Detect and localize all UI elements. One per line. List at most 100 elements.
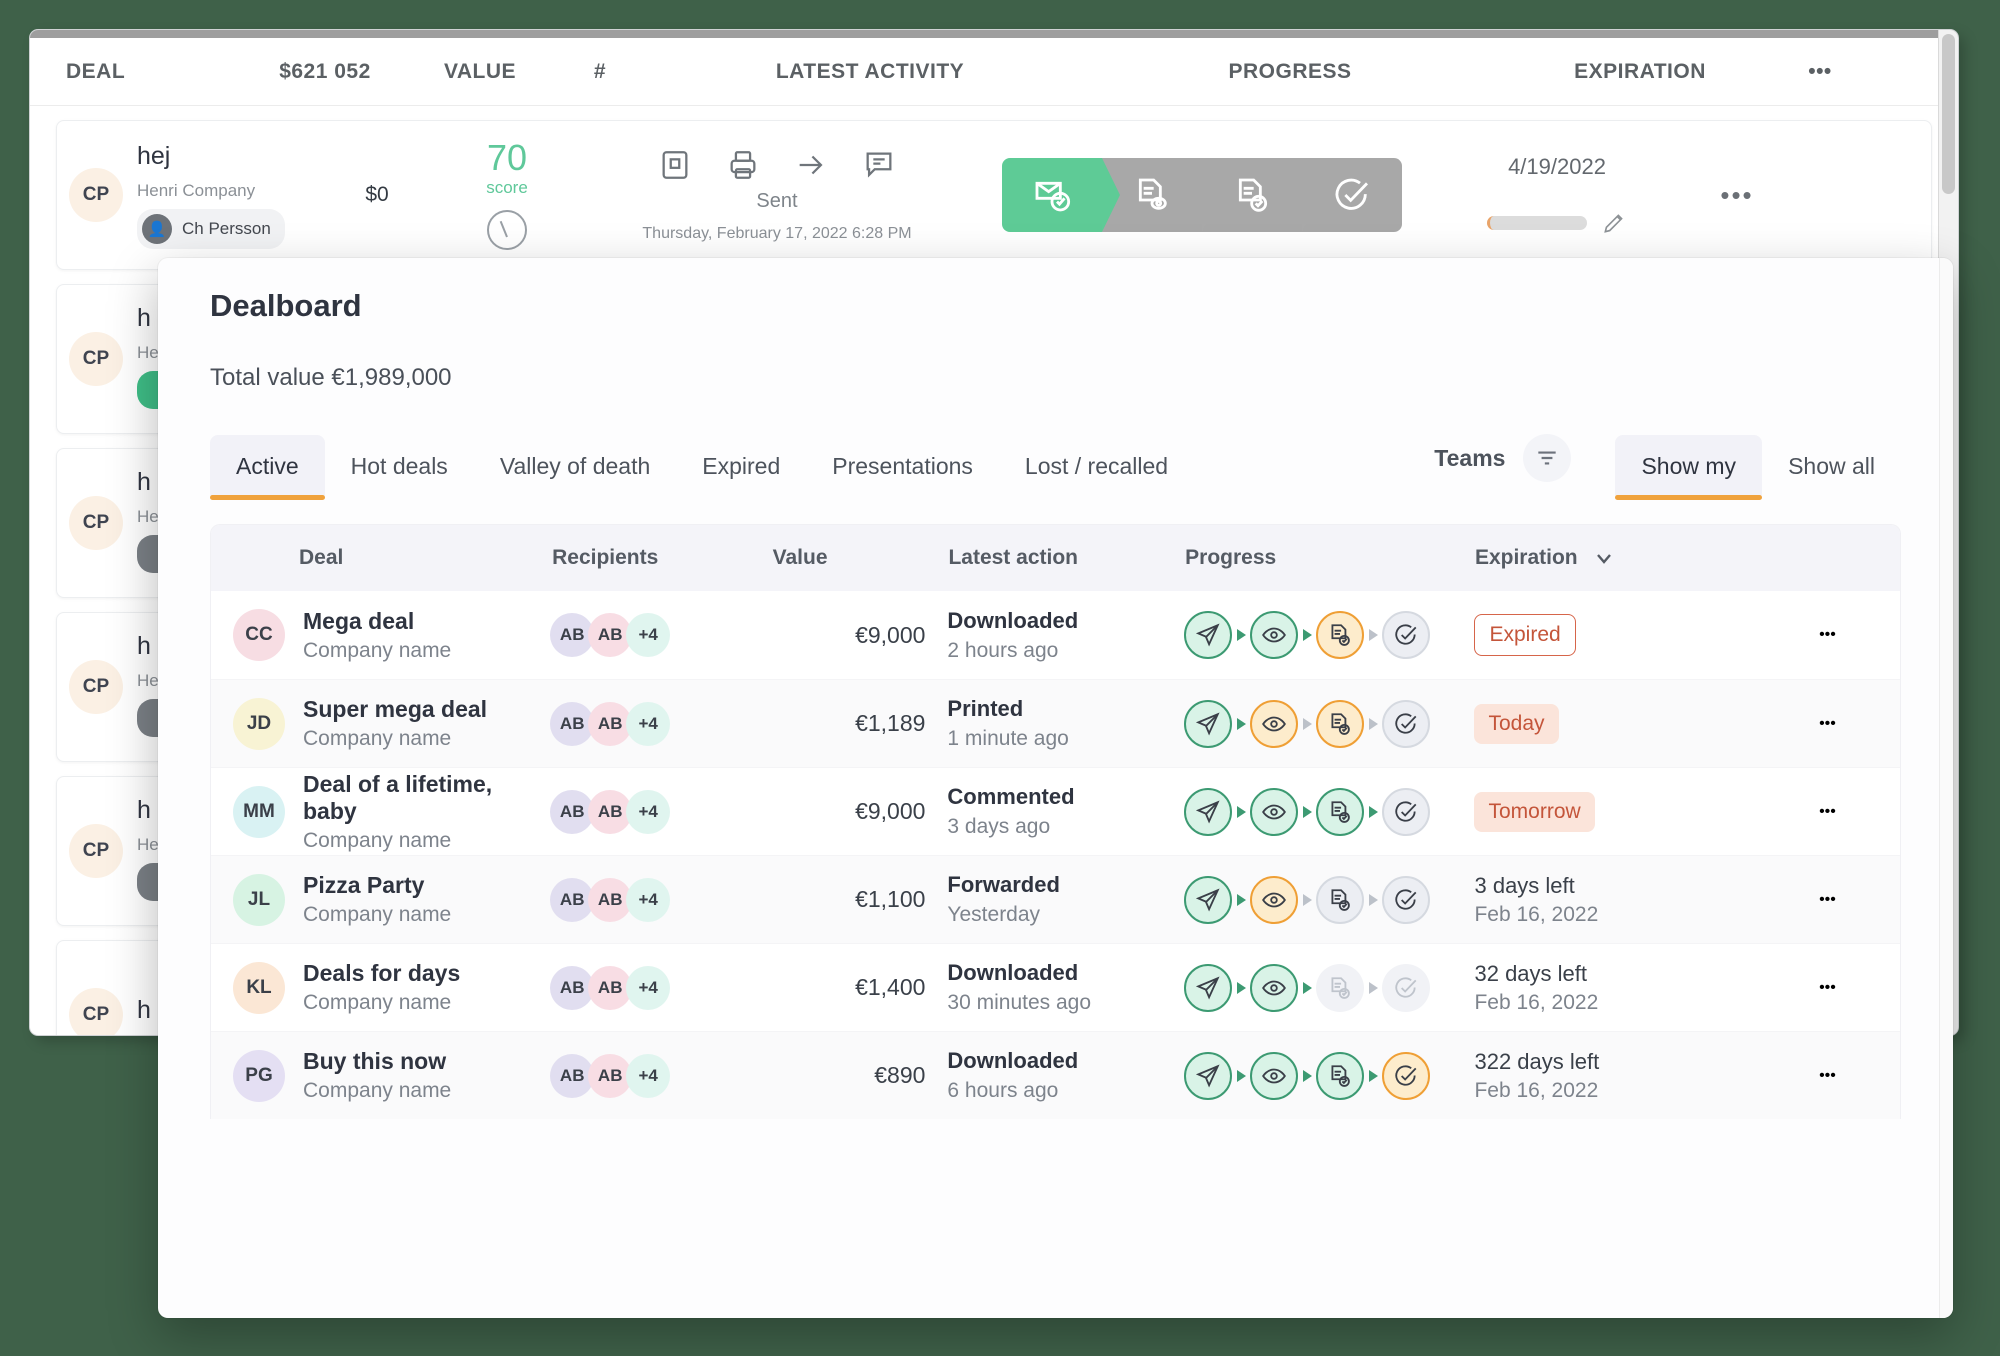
progress-step-viewed[interactable] bbox=[1250, 1052, 1298, 1100]
teams-filter-group[interactable]: Teams bbox=[1434, 434, 1571, 496]
deal-score: 70 score bbox=[447, 140, 567, 250]
modal-scrollbar[interactable] bbox=[1939, 258, 1953, 1318]
progress-step-viewed[interactable] bbox=[1250, 700, 1298, 748]
progress-step-complete[interactable] bbox=[1382, 700, 1430, 748]
progress-step-complete[interactable] bbox=[1382, 788, 1430, 836]
progress-step-signed[interactable] bbox=[1316, 700, 1364, 748]
table-row[interactable]: JLPizza PartyCompany nameABAB+4€1,100For… bbox=[211, 855, 1900, 943]
row-overflow-button[interactable]: ••• bbox=[1755, 979, 1900, 997]
table-row[interactable]: MMDeal of a lifetime, babyCompany nameAB… bbox=[211, 767, 1900, 855]
progress-step-sent[interactable] bbox=[1184, 788, 1232, 836]
recipient-overflow-count[interactable]: +4 bbox=[626, 1054, 670, 1098]
progress-step-sent[interactable] bbox=[1184, 876, 1232, 924]
row-overflow-button[interactable]: ••• bbox=[1755, 803, 1900, 821]
recipient-overflow-count[interactable]: +4 bbox=[626, 613, 670, 657]
deal-cell[interactable]: CCMega dealCompany name bbox=[211, 608, 550, 663]
document-check-icon bbox=[1232, 175, 1272, 215]
recipient-overflow-count[interactable]: +4 bbox=[626, 878, 670, 922]
deal-company: Company name bbox=[303, 639, 451, 663]
row-overflow-button[interactable]: ••• bbox=[1697, 180, 1777, 211]
progress-step-complete[interactable] bbox=[1382, 1052, 1430, 1100]
progress-step-signed[interactable] bbox=[1316, 964, 1364, 1012]
deal-cell[interactable]: PGBuy this nowCompany name bbox=[211, 1048, 550, 1103]
progress-step-complete[interactable] bbox=[1382, 964, 1430, 1012]
scrollbar-thumb[interactable] bbox=[1942, 34, 1955, 194]
deal-company: Company name bbox=[303, 727, 487, 751]
progress-arrow-icon bbox=[1364, 982, 1382, 994]
tab-show-my[interactable]: Show my bbox=[1615, 435, 1762, 496]
progress-step-viewed[interactable] bbox=[1250, 611, 1298, 659]
comment-icon[interactable] bbox=[862, 148, 896, 182]
tab-active[interactable]: Active bbox=[210, 435, 325, 496]
table-row[interactable]: PGBuy this nowCompany nameABAB+4€890Down… bbox=[211, 1031, 1900, 1119]
latest-action-cell: Downloaded2 hours ago bbox=[947, 608, 1184, 663]
column-header-progress[interactable]: Progress bbox=[1185, 546, 1475, 570]
deal-cell[interactable]: JLPizza PartyCompany name bbox=[211, 872, 550, 927]
progress-step-complete[interactable] bbox=[1382, 876, 1430, 924]
progress-step-sent[interactable] bbox=[1184, 611, 1232, 659]
recipient-overflow-count[interactable]: +4 bbox=[626, 966, 670, 1010]
deal-cell[interactable]: KLDeals for daysCompany name bbox=[211, 960, 550, 1015]
progress-step-signed[interactable] bbox=[1316, 876, 1364, 924]
edit-pencil-icon[interactable] bbox=[1601, 210, 1627, 236]
table-row[interactable]: KLDeals for daysCompany nameABAB+4€1,400… bbox=[211, 943, 1900, 1031]
progress-step-signed[interactable] bbox=[1316, 788, 1364, 836]
recipients-cell[interactable]: ABAB+4 bbox=[550, 702, 763, 746]
deal-name: Super mega deal bbox=[303, 696, 487, 723]
row-overflow-button[interactable]: ••• bbox=[1755, 626, 1900, 644]
expiration-cell: 322 days leftFeb 16, 2022 bbox=[1474, 1049, 1754, 1103]
progress-arrow-icon bbox=[1298, 982, 1316, 994]
recipients-cell[interactable]: ABAB+4 bbox=[550, 790, 763, 834]
header-overflow-button[interactable]: ••• bbox=[1780, 60, 1860, 84]
latest-activity: Sent Thursday, February 17, 2022 6:28 PM bbox=[567, 148, 987, 243]
tab-show-all[interactable]: Show all bbox=[1762, 435, 1901, 496]
progress-step-complete[interactable] bbox=[1382, 611, 1430, 659]
progress-step-viewed[interactable] bbox=[1250, 788, 1298, 836]
column-header-deal[interactable]: Deal bbox=[211, 546, 552, 570]
tab-expired[interactable]: Expired bbox=[676, 435, 806, 496]
progress-step-sent[interactable] bbox=[1184, 700, 1232, 748]
column-header-latest-action[interactable]: Latest action bbox=[948, 546, 1185, 570]
save-icon[interactable] bbox=[658, 148, 692, 182]
row-overflow-button[interactable]: ••• bbox=[1755, 1067, 1900, 1085]
table-row[interactable]: CCMega dealCompany nameABAB+4€9,000Downl… bbox=[211, 591, 1900, 679]
progress-arrow-icon bbox=[1232, 1070, 1250, 1082]
recipient-overflow-count[interactable]: +4 bbox=[626, 790, 670, 834]
activity-timestamp: Thursday, February 17, 2022 6:28 PM bbox=[567, 225, 987, 243]
recipients-cell[interactable]: ABAB+4 bbox=[550, 613, 763, 657]
deal-cell[interactable]: JDSuper mega dealCompany name bbox=[211, 696, 550, 751]
filter-button[interactable] bbox=[1523, 434, 1571, 482]
deal-card[interactable]: CP hej Henri Company 👤 Ch Persson $0 70 … bbox=[56, 120, 1932, 270]
tab-valley-of-death[interactable]: Valley of death bbox=[474, 435, 676, 496]
recipient-overflow-count[interactable]: +4 bbox=[626, 702, 670, 746]
circle-check-icon bbox=[1393, 887, 1419, 913]
forward-arrow-icon[interactable] bbox=[794, 148, 828, 182]
tab-presentations[interactable]: Presentations bbox=[806, 435, 999, 496]
row-overflow-button[interactable]: ••• bbox=[1755, 715, 1900, 733]
recipients-cell[interactable]: ABAB+4 bbox=[550, 878, 763, 922]
print-icon[interactable] bbox=[726, 148, 760, 182]
progress-step-signed[interactable] bbox=[1316, 611, 1364, 659]
progress-step-viewed[interactable] bbox=[1250, 964, 1298, 1012]
recipients-cell[interactable]: ABAB+4 bbox=[550, 966, 763, 1010]
score-number: 70 bbox=[447, 140, 567, 176]
progress-step-signed[interactable] bbox=[1316, 1052, 1364, 1100]
deal-cell[interactable]: MMDeal of a lifetime, babyCompany name bbox=[211, 771, 550, 853]
column-header-expiration[interactable]: Expiration bbox=[1475, 546, 1755, 570]
table-row[interactable]: JDSuper mega dealCompany nameABAB+4€1,18… bbox=[211, 679, 1900, 767]
tab-lost-recalled[interactable]: Lost / recalled bbox=[999, 435, 1194, 496]
progress-step-sent[interactable] bbox=[1184, 964, 1232, 1012]
chevron-down-icon bbox=[1592, 546, 1616, 570]
column-header-recipients[interactable]: Recipients bbox=[552, 546, 765, 570]
progress-arrow-icon bbox=[1232, 629, 1250, 641]
recipients-cell[interactable]: ABAB+4 bbox=[550, 1054, 763, 1098]
deal-owner-chip[interactable]: 👤 Ch Persson bbox=[137, 209, 285, 249]
row-overflow-button[interactable]: ••• bbox=[1755, 891, 1900, 909]
tab-hot-deals[interactable]: Hot deals bbox=[325, 435, 474, 496]
expiration-days-left: 3 days left bbox=[1474, 873, 1754, 899]
progress-step-sent[interactable] bbox=[1002, 158, 1102, 232]
progress-step-sent[interactable] bbox=[1184, 1052, 1232, 1100]
expiration-date: Feb 16, 2022 bbox=[1474, 903, 1754, 927]
progress-step-viewed[interactable] bbox=[1250, 876, 1298, 924]
column-header-value[interactable]: Value bbox=[765, 546, 949, 570]
